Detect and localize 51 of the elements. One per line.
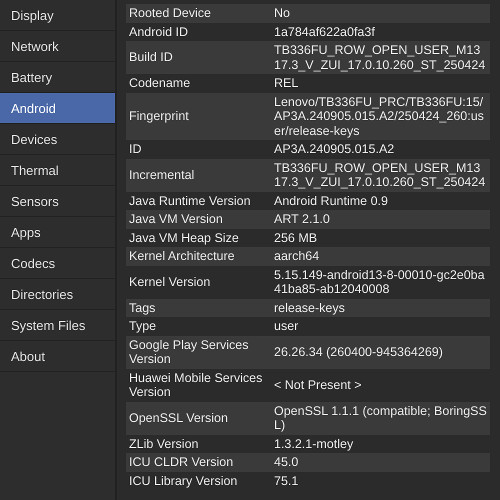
property-label: Java VM Version — [128, 211, 224, 228]
property-value: 45.0 — [273, 454, 300, 471]
property-value: 26.26.34 (260400-945364269) — [273, 344, 444, 361]
property-label: Android ID — [128, 24, 190, 40]
property-label: OpenSSL Version — [128, 410, 229, 427]
property-label: Codename — [128, 75, 192, 92]
sidebar-item[interactable]: Codecs — [0, 248, 115, 279]
property-value: release-keys — [273, 300, 346, 317]
property-value: 75.1 — [273, 472, 300, 490]
property-label: Type — [128, 318, 158, 335]
sidebar-item[interactable]: Android — [0, 93, 115, 124]
property-value: TB336FU_ROW_OPEN_USER_M1317.3_V_ZUI_17.0.10.260_ST_250424 — [273, 160, 486, 191]
sidebar-item[interactable]: Directories — [0, 279, 115, 310]
property-value: < Not Present > — [273, 376, 363, 394]
property-label: Huawei Mobile Services Version — [128, 370, 264, 401]
property-label: ID — [128, 141, 142, 158]
property-value: AP3A.240905.015.A2 — [273, 141, 396, 158]
property-label: ICU Library Version — [128, 472, 238, 490]
property-label: Kernel Version — [128, 274, 212, 291]
property-value: aarch64 — [273, 248, 320, 265]
property-value: 5.15.149-android13-8-00010-gc2e0ba41ba85-ab12040008 — [273, 266, 486, 298]
sidebar-item[interactable]: System Files — [0, 310, 115, 341]
property-label: Java Runtime Version — [128, 192, 252, 210]
sidebar-item[interactable]: Display — [0, 0, 115, 31]
property-value: TB336FU_ROW_OPEN_USER_M1317.3_V_ZUI_17.0.10.260_ST_250424 — [273, 42, 486, 74]
property-value: user — [273, 318, 300, 335]
sidebar-item[interactable]: Apps — [0, 217, 115, 248]
property-value: REL — [273, 75, 300, 92]
property-label: Java VM Heap Size — [128, 230, 240, 247]
sidebar-item[interactable]: About — [0, 341, 115, 372]
sidebar-item[interactable]: Sensors — [0, 186, 115, 217]
property-value: 1.3.2.1-motley — [273, 436, 354, 453]
sidebar-item[interactable]: Devices — [0, 124, 115, 155]
property-label: Build ID — [128, 49, 174, 66]
property-value: Lenovo/TB336FU_PRC/TB336FU:15/AP3A.240905.015.A2/250424_260:user/release-keys — [273, 94, 485, 140]
property-value: ART 2.1.0 — [273, 211, 331, 228]
property-label: ZLib Version — [128, 436, 200, 452]
property-value: No — [273, 5, 291, 22]
property-label: Incremental — [128, 166, 196, 184]
property-value: 256 MB — [273, 230, 318, 246]
sidebar-item[interactable]: Network — [0, 31, 115, 62]
property-label: Kernel Architecture — [128, 248, 236, 265]
property-label: Tags — [128, 300, 156, 317]
property-label: Rooted Device — [128, 5, 212, 22]
property-label: Fingerprint — [128, 108, 190, 125]
property-label: Google Play Services Version — [128, 336, 250, 368]
property-value: 1a784af622a0fa3f — [273, 24, 376, 40]
property-value: Android Runtime 0.9 — [273, 192, 389, 210]
property-value: OpenSSL 1.1.1 (compatible; BoringSSL) — [273, 402, 488, 434]
sidebar-item[interactable]: Thermal — [0, 155, 115, 186]
property-label: ICU CLDR Version — [128, 454, 234, 471]
